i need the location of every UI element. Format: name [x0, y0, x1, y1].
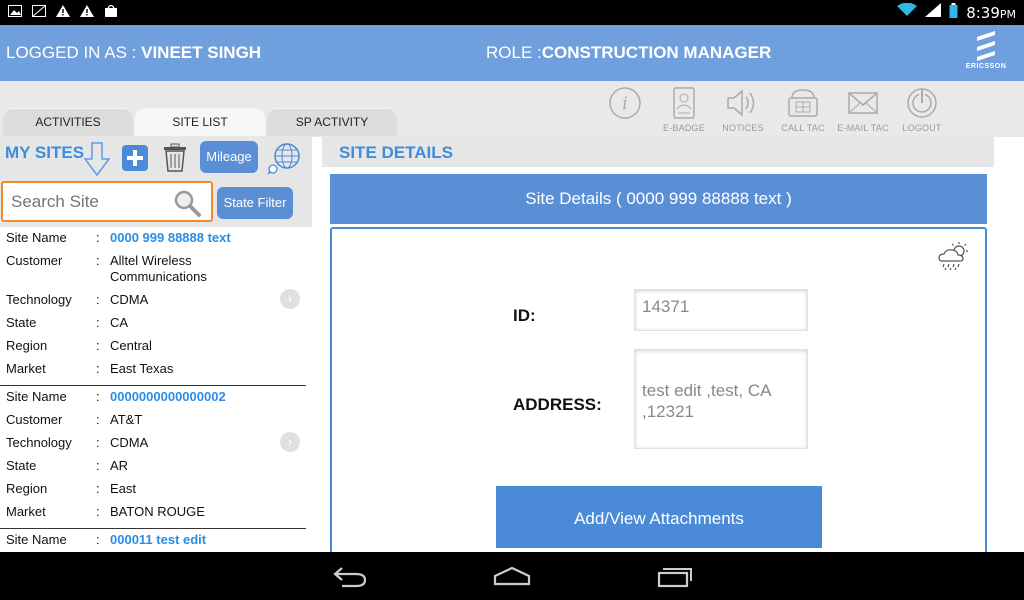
mileage-button[interactable]: Mileage [200, 141, 258, 173]
envelope-icon [848, 92, 878, 114]
app-header: LOGGED IN AS : VINEET SINGH ROLE :CONSTR… [0, 25, 1024, 81]
technology-row: Technology: CDMA [0, 432, 306, 455]
back-icon[interactable] [332, 564, 368, 593]
image-placeholder-icon [32, 4, 46, 21]
region-value: East [110, 481, 137, 496]
user-name: VINEET SINGH [141, 43, 262, 62]
plus-icon [122, 145, 148, 171]
market-value: BATON ROUGE [110, 504, 205, 519]
technology-value: CDMA [110, 435, 149, 450]
tab-bar: ACTIVITIES SITE LIST SP ACTIVITY i E-BAD… [0, 81, 1024, 137]
state-value: CA [110, 315, 129, 330]
recent-apps-icon[interactable] [657, 564, 693, 593]
android-nav-bar [0, 552, 1024, 600]
state-filter-button[interactable]: State Filter [217, 187, 293, 219]
site-list-item[interactable]: Site Name:000011 test edit [0, 529, 306, 552]
my-sites-panel: MY SITES Mileage State Filter Site Name:… [0, 137, 312, 552]
search-site-input[interactable] [11, 183, 171, 220]
svg-text:i: i [622, 94, 627, 114]
info-button[interactable]: i [595, 87, 655, 123]
email-tac-button[interactable]: E-MAIL TAC [833, 87, 893, 133]
gallery-icon [8, 4, 22, 21]
address-field[interactable]: test edit ,test, CA ,12321 [634, 349, 808, 449]
globe-search-icon [267, 143, 300, 175]
search-icon[interactable] [173, 189, 201, 222]
site-name-row: Site Name:0000 999 88888 text [0, 227, 306, 250]
battery-icon [949, 2, 958, 23]
trash-icon [164, 143, 186, 172]
customer-row: Customer: AT&T [0, 409, 306, 432]
state-value: AR [110, 458, 129, 473]
chevron-right-icon[interactable]: › [280, 289, 300, 309]
site-details-section-title: SITE DETAILS [322, 137, 994, 167]
logout-button[interactable]: LOGOUT [892, 87, 952, 133]
add-site-button[interactable] [122, 145, 148, 176]
state-row: State: CA [0, 312, 306, 335]
user-role: ROLE :CONSTRUCTION MANAGER [486, 43, 772, 62]
info-icon: i [609, 87, 641, 119]
weather-button[interactable] [937, 241, 971, 276]
state-row: State: AR [0, 455, 306, 478]
logged-in-as: LOGGED IN AS : VINEET SINGH [6, 43, 262, 62]
market-value: East Texas [110, 361, 174, 376]
tab-site-list[interactable]: SITE LIST [135, 108, 265, 136]
site-name-value[interactable]: 0000000000000002 [110, 389, 300, 405]
address-label: ADDRESS: [513, 395, 602, 414]
role-name: CONSTRUCTION MANAGER [541, 43, 772, 62]
customer-row: Customer: Alltel Wireless Communications [0, 250, 306, 289]
chevron-right-icon[interactable]: › [280, 432, 300, 452]
my-sites-title: MY SITES [5, 143, 85, 162]
speaker-icon [727, 89, 755, 117]
technology-value: CDMA [110, 292, 149, 307]
delete-site-button[interactable] [162, 143, 188, 178]
site-list-item[interactable]: Site Name:0000000000000002 Customer: AT&T… [0, 386, 306, 529]
clock: 8:39PM [966, 3, 1016, 22]
call-tac-button[interactable]: CALL TAC [773, 87, 833, 133]
home-icon[interactable] [493, 564, 531, 593]
customer-value: AT&T [110, 412, 143, 427]
site-name-row: Site Name:0000000000000002 [0, 386, 306, 409]
tab-sp-activity[interactable]: SP ACTIVITY [267, 108, 397, 136]
site-list: Site Name:0000 999 88888 text Customer: A… [0, 227, 312, 552]
notification-icons [8, 4, 118, 21]
wifi-icon [897, 2, 918, 22]
warning-icon [56, 4, 70, 21]
site-details-card: ID: 14371 ADDRESS: test edit ,test, CA ,… [330, 227, 987, 552]
site-name-row: Site Name:000011 test edit [0, 529, 306, 552]
phone-icon [788, 89, 818, 117]
ericsson-logo-icon [977, 31, 995, 61]
notices-button[interactable]: NOTICES [713, 87, 773, 133]
site-name-value[interactable]: 000011 test edit [110, 532, 300, 548]
my-sites-toolbar: MY SITES Mileage State Filter [0, 137, 312, 227]
id-label: ID: [513, 306, 536, 325]
customer-value: Alltel Wireless Communications [110, 253, 207, 284]
technology-row: Technology: CDMA [0, 289, 306, 312]
signal-icon [925, 3, 942, 22]
map-search-button[interactable] [267, 141, 303, 180]
site-details-title-bar: Site Details ( 0000 999 88888 text ) [330, 174, 987, 224]
download-arrow-icon [83, 142, 111, 177]
download-sites-button[interactable] [83, 141, 111, 182]
id-field[interactable]: 14371 [634, 289, 808, 331]
site-list-item[interactable]: Site Name:0000 999 88888 text Customer: A… [0, 227, 306, 386]
ericsson-logo: ERICSSON [960, 31, 1012, 70]
weather-cloud-rain-icon [938, 242, 968, 271]
status-bar: 8:39PM [0, 0, 1024, 25]
market-row: Market: BATON ROUGE [0, 501, 306, 524]
add-view-attachments-button[interactable]: Add/View Attachments [496, 486, 822, 548]
site-details-panel: SITE DETAILS Site Details ( 0000 999 888… [322, 137, 1024, 552]
tab-activities[interactable]: ACTIVITIES [3, 108, 133, 136]
store-bag-icon [104, 4, 118, 21]
search-site-box [1, 181, 213, 222]
market-row: Market: East Texas [0, 358, 306, 381]
region-row: Region: Central [0, 335, 306, 358]
warning-icon [80, 4, 94, 21]
region-row: Region: East [0, 478, 306, 501]
region-value: Central [110, 338, 152, 353]
e-badge-button[interactable]: E-BADGE [654, 87, 714, 133]
site-name-value[interactable]: 0000 999 88888 text [110, 230, 300, 246]
badge-icon [673, 87, 695, 119]
logout-icon [907, 88, 937, 118]
